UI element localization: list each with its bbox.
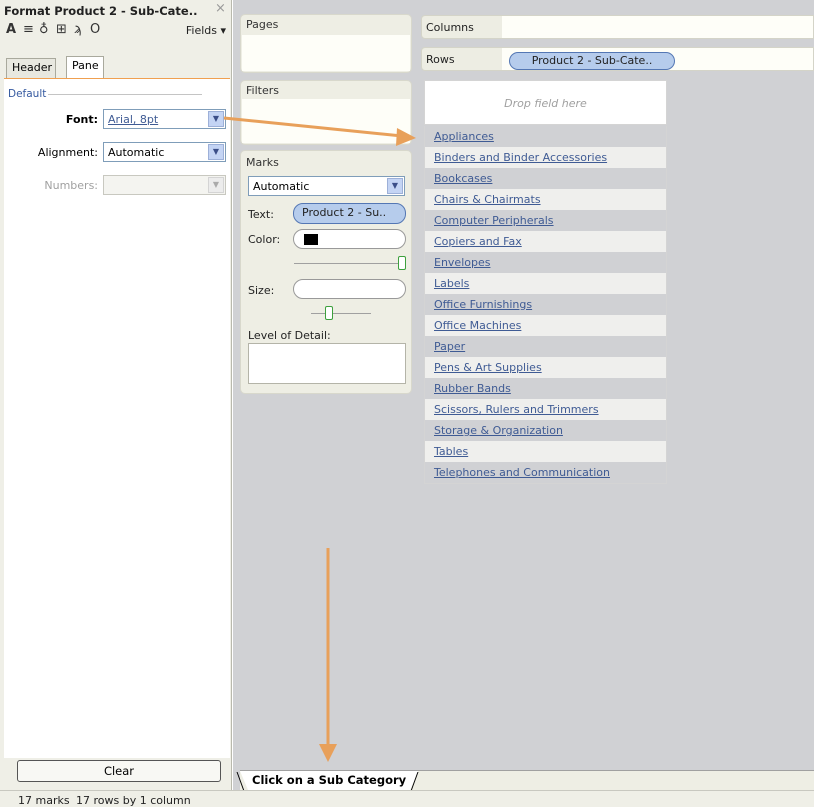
row-header-item[interactable]: Tables	[425, 441, 666, 462]
row-header-item[interactable]: Telephones and Communication	[425, 462, 666, 483]
alignment-select[interactable]: Automatic ▼	[103, 142, 226, 162]
mark-type-select[interactable]: Automatic ▼	[248, 176, 405, 196]
filters-drop-area[interactable]	[242, 99, 410, 143]
color-slider-track	[294, 263, 404, 264]
numbers-select[interactable]: ▼	[103, 175, 226, 195]
alignment-label: Alignment:	[37, 146, 98, 159]
row-header-item[interactable]: Appliances	[425, 126, 666, 147]
row-header-item[interactable]: Binders and Binder Accessories	[425, 147, 666, 168]
lines-icon[interactable]: ϡ	[74, 22, 82, 37]
filters-label: Filters	[246, 84, 279, 97]
row-header-item[interactable]: Storage & Organization	[425, 420, 666, 441]
view-area: Columns Rows Product 2 - Sub-Cate.. Drop…	[417, 0, 814, 790]
alignment-value: Automatic	[108, 146, 165, 159]
size-slider-track	[311, 313, 371, 314]
annotation-icon[interactable]: O	[90, 22, 100, 37]
fields-dropdown[interactable]: Fields ▾	[186, 24, 226, 37]
tab-header[interactable]: Header	[6, 58, 56, 78]
row-headers-list: Appliances Binders and Binder Accessories…	[424, 126, 667, 484]
format-content: Default Font: Arial, 8pt ▼ Alignment: Au…	[4, 78, 230, 758]
tab-pane[interactable]: Pane	[66, 56, 104, 78]
row-header-item[interactable]: Copiers and Fax	[425, 231, 666, 252]
sheet-tab[interactable]: Click on a Sub Category	[240, 771, 418, 790]
font-label: Font:	[65, 113, 98, 126]
columns-shelf: Columns	[421, 15, 814, 39]
row-header-item[interactable]: Chairs & Chairmats	[425, 189, 666, 210]
section-divider	[48, 94, 202, 95]
size-label: Size:	[248, 284, 275, 297]
chevron-down-icon: ▼	[208, 111, 224, 127]
row-header-item[interactable]: Bookcases	[425, 168, 666, 189]
font-icon[interactable]: A	[6, 22, 16, 37]
format-toolbar: A ≡ ♁ ⊞ ϡ O Fields ▾	[4, 22, 228, 42]
row-header-item[interactable]: Paper	[425, 336, 666, 357]
marks-card: Marks Automatic ▼ Text: Product 2 - Su..…	[240, 150, 412, 394]
text-field-pill[interactable]: Product 2 - Su..	[293, 203, 406, 224]
drop-field-placeholder[interactable]: Drop field here	[424, 80, 667, 125]
row-header-item[interactable]: Envelopes	[425, 252, 666, 273]
font-select[interactable]: Arial, 8pt ▼	[103, 109, 226, 129]
columns-label: Columns	[426, 21, 474, 34]
default-section-label: Default	[8, 88, 47, 100]
format-pane: Format Product 2 - Sub-Cate.. × A ≡ ♁ ⊞ …	[0, 0, 232, 790]
status-bar: 17 marks 17 rows by 1 column	[0, 790, 814, 807]
sheet-tab-strip: Click on a Sub Category	[236, 770, 814, 791]
marks-label: Marks	[246, 156, 279, 169]
row-header-item[interactable]: Scissors, Rulers and Trimmers	[425, 399, 666, 420]
size-slider-thumb[interactable]	[325, 306, 333, 320]
chevron-down-icon: ▼	[387, 178, 403, 194]
chevron-down-icon: ▼	[208, 144, 224, 160]
level-of-detail-label: Level of Detail:	[248, 329, 331, 342]
status-rows-cols: 17 rows by 1 column	[76, 794, 191, 807]
format-pane-title: Format Product 2 - Sub-Cate..	[4, 4, 198, 18]
shelves-column: Pages Filters Marks Automatic ▼ Text: Pr…	[233, 0, 417, 790]
filters-shelf: Filters	[240, 80, 412, 145]
color-label: Color:	[248, 233, 281, 246]
row-header-item[interactable]: Office Furnishings	[425, 294, 666, 315]
chevron-down-icon: ▼	[208, 177, 224, 193]
rows-shelf: Rows Product 2 - Sub-Cate..	[421, 47, 814, 71]
color-swatch	[304, 234, 318, 245]
pages-drop-area[interactable]	[242, 35, 410, 71]
borders-icon[interactable]: ⊞	[56, 22, 67, 37]
rows-label: Rows	[426, 53, 455, 66]
row-header-item[interactable]: Labels	[425, 273, 666, 294]
columns-drop-area[interactable]	[502, 16, 813, 38]
pages-label: Pages	[246, 18, 279, 31]
row-header-item[interactable]: Office Machines	[425, 315, 666, 336]
text-label: Text:	[248, 208, 274, 221]
row-header-item[interactable]: Computer Peripherals	[425, 210, 666, 231]
close-icon[interactable]: ×	[215, 1, 226, 16]
alignment-icon[interactable]: ≡	[23, 22, 34, 37]
row-header-item[interactable]: Pens & Art Supplies	[425, 357, 666, 378]
color-slider-thumb[interactable]	[398, 256, 406, 270]
size-slot[interactable]	[293, 279, 406, 299]
font-value: Arial, 8pt	[108, 113, 159, 126]
clear-button[interactable]: Clear	[17, 760, 221, 782]
shading-icon[interactable]: ♁	[39, 22, 49, 37]
color-slot[interactable]	[293, 229, 406, 249]
mark-type-value: Automatic	[253, 180, 310, 193]
row-header-item[interactable]: Rubber Bands	[425, 378, 666, 399]
level-of-detail-drop-area[interactable]	[248, 343, 406, 384]
rows-field-pill[interactable]: Product 2 - Sub-Cate..	[509, 52, 675, 70]
numbers-label: Numbers:	[44, 179, 98, 192]
status-marks-count: 17 marks	[18, 794, 70, 807]
pages-shelf: Pages	[240, 14, 412, 73]
